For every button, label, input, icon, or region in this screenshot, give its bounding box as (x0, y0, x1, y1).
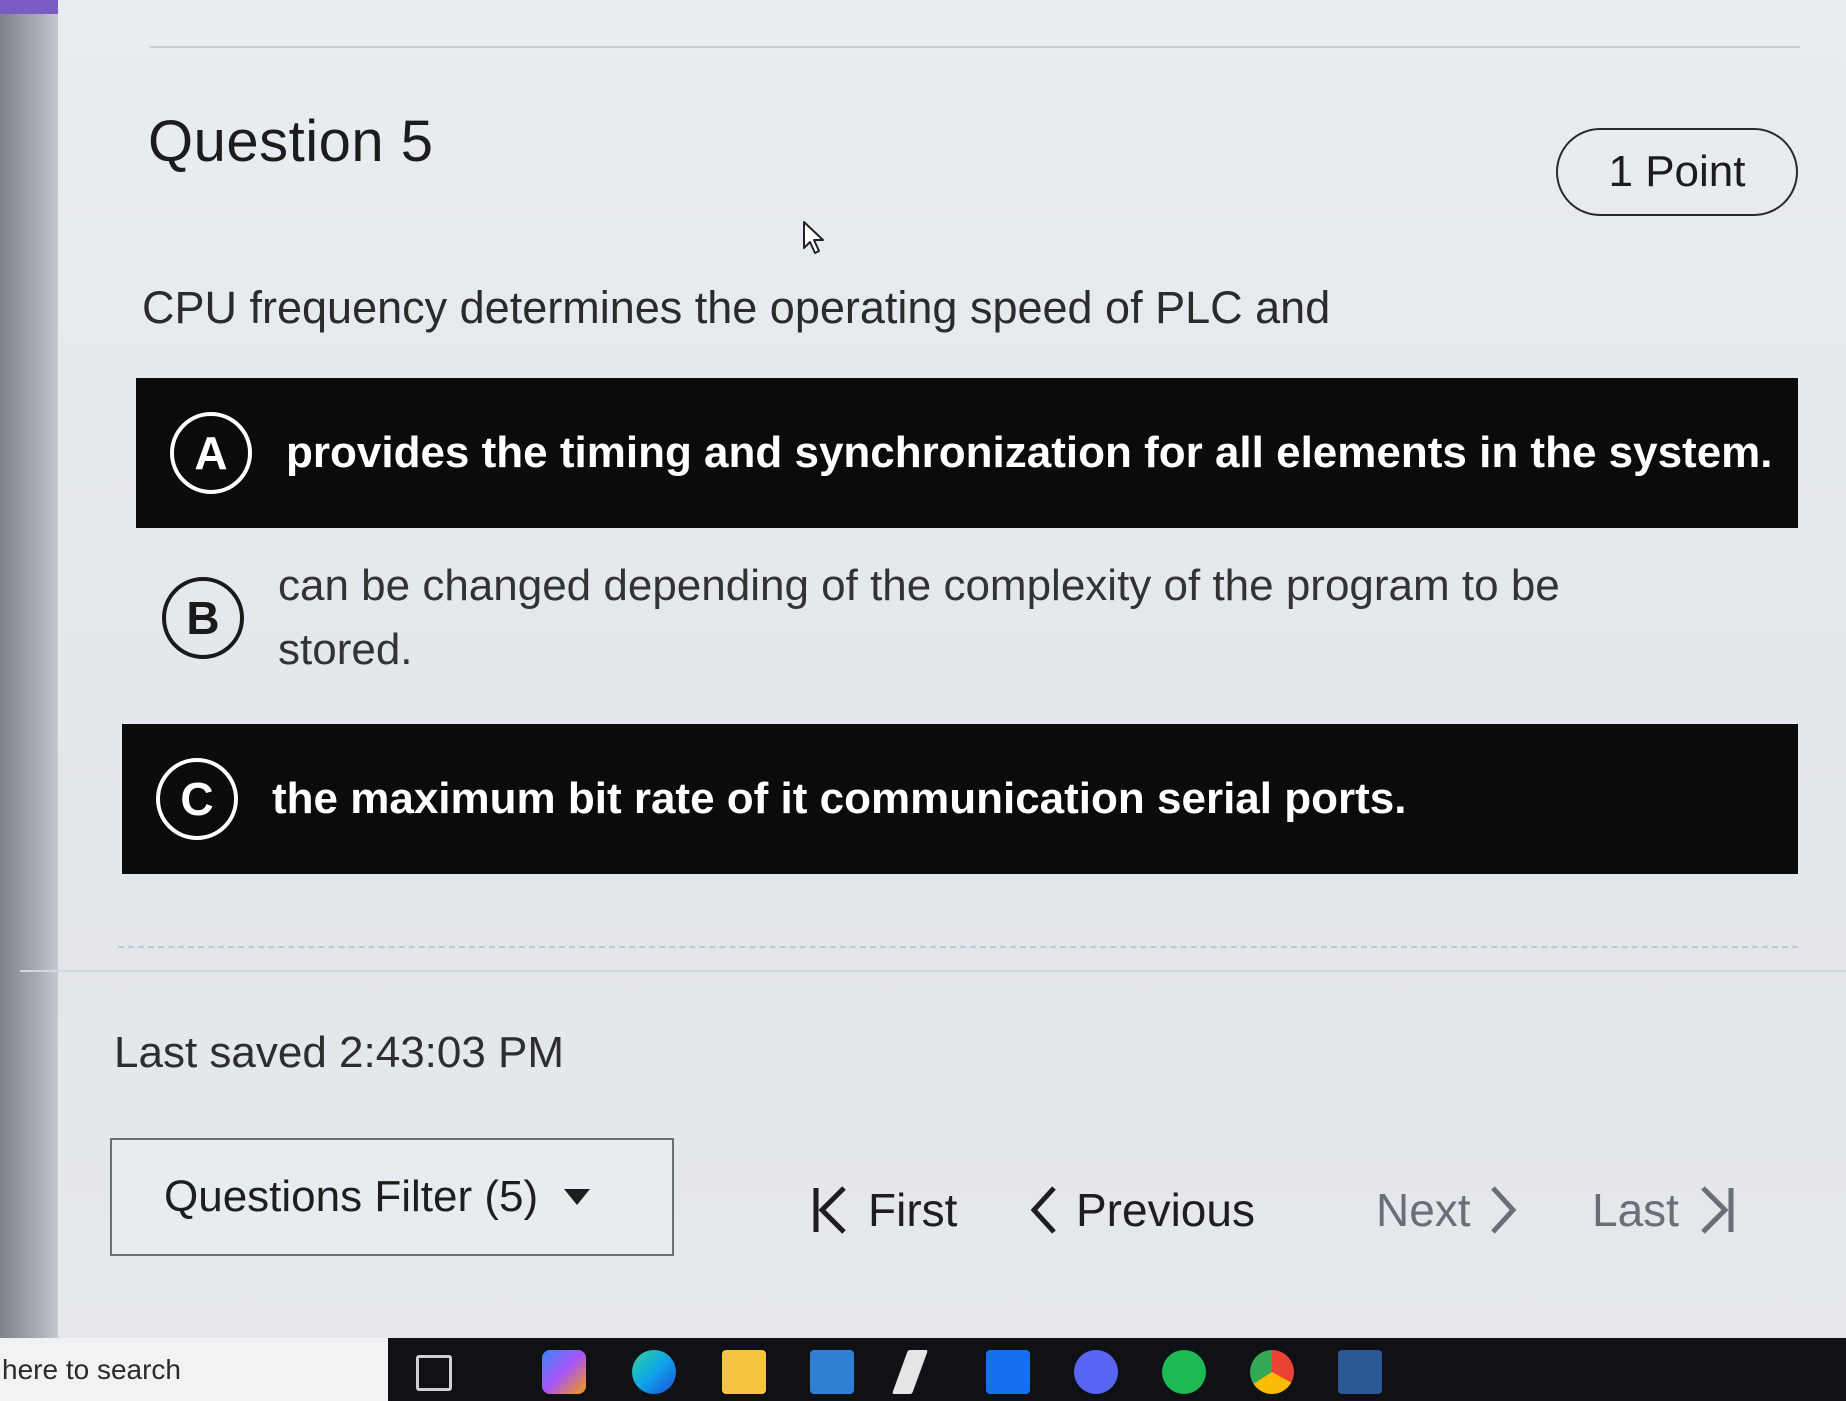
discord-icon[interactable] (1074, 1350, 1118, 1394)
left-panel-accent (0, 0, 58, 14)
word-icon[interactable] (1338, 1350, 1382, 1394)
windows-taskbar: here to search (0, 1338, 1846, 1401)
last-question-button[interactable]: Last (1592, 1170, 1737, 1250)
task-view-icon[interactable] (416, 1355, 452, 1391)
previous-label: Previous (1076, 1184, 1255, 1236)
option-letter-a: A (170, 412, 252, 494)
quiz-screen: Question 5 1 Point CPU frequency determi… (0, 0, 1846, 1401)
option-letter-c: C (156, 758, 238, 840)
dropbox-icon[interactable] (986, 1350, 1030, 1394)
next-question-button[interactable]: Next (1376, 1170, 1519, 1250)
spotify-icon[interactable] (1162, 1350, 1206, 1394)
last-label: Last (1592, 1184, 1679, 1236)
top-divider (150, 46, 1800, 48)
first-label: First (868, 1184, 958, 1236)
option-text-a: provides the timing and synchronization … (286, 428, 1773, 477)
section-divider (118, 946, 1798, 948)
question-prompt: CPU frequency determines the operating s… (142, 282, 1331, 333)
option-text-b: can be changed depending of the complexi… (278, 561, 1560, 674)
questions-filter-label: Questions Filter (5) (164, 1172, 539, 1221)
answer-option-c[interactable]: C the maximum bit rate of it communicati… (122, 724, 1798, 874)
power-automate-icon[interactable] (891, 1350, 929, 1394)
taskbar-search-box[interactable]: here to search (0, 1338, 388, 1401)
chrome-icon[interactable] (1250, 1350, 1294, 1394)
last-saved-status: Last saved 2:43:03 PM (114, 1028, 565, 1077)
left-panel-edge (0, 0, 58, 1338)
chevron-right-icon (1490, 1186, 1516, 1234)
next-label: Next (1376, 1184, 1471, 1236)
mail-icon[interactable] (810, 1350, 854, 1394)
question-title: Question 5 (148, 109, 434, 174)
caret-down-icon (564, 1189, 591, 1205)
mouse-cursor-icon (802, 220, 828, 261)
first-question-button[interactable]: First (810, 1170, 957, 1250)
option-text-c: the maximum bit rate of it communication… (272, 774, 1407, 823)
answer-option-a[interactable]: A provides the timing and synchronizatio… (136, 378, 1798, 528)
taskbar-search-text: here to search (2, 1353, 181, 1385)
copilot-icon[interactable] (542, 1350, 586, 1394)
chevron-left-icon (1030, 1186, 1056, 1234)
last-page-icon (1701, 1186, 1734, 1234)
footer-divider (20, 970, 1846, 972)
option-letter-b: B (162, 577, 244, 659)
questions-filter-dropdown[interactable]: Questions Filter (5) (110, 1138, 674, 1256)
points-badge: 1 Point (1556, 128, 1798, 216)
first-page-icon (813, 1186, 846, 1234)
answer-option-b[interactable]: B can be changed depending of the comple… (136, 548, 1776, 688)
file-explorer-icon[interactable] (722, 1350, 766, 1394)
edge-icon[interactable] (632, 1350, 676, 1394)
previous-question-button[interactable]: Previous (1028, 1170, 1255, 1250)
